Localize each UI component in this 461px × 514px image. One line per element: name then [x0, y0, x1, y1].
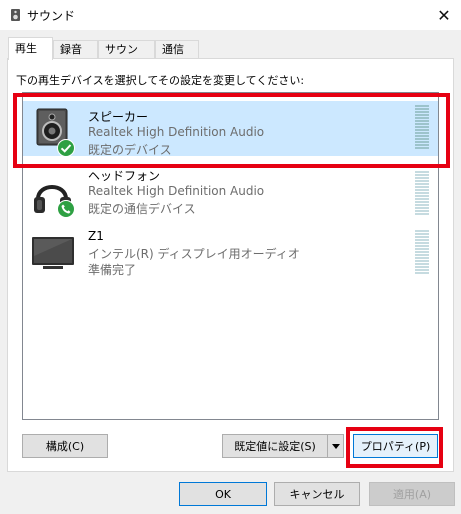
tab-playback[interactable]: 再生 [8, 37, 53, 60]
device-status: 準備完了 [88, 263, 137, 277]
device-driver: Realtek High Definition Audio [88, 184, 265, 198]
volume-meter [415, 171, 429, 217]
title-bar: サウンド ✕ [0, 0, 461, 30]
instruction-text: 下の再生デバイスを選択してその設定を変更してください: [16, 74, 305, 87]
device-name: Z1 [88, 229, 104, 243]
tab-recording[interactable]: 録音 [53, 40, 98, 58]
device-item-z1[interactable]: Z1 インテル(R) ディスプレイ用オーディオ 準備完了 [23, 226, 438, 281]
device-name: ヘッドフォン [88, 169, 161, 183]
close-icon: ✕ [437, 5, 451, 25]
sound-app-icon [11, 9, 20, 21]
device-status: 既定の通信デバイス [88, 202, 196, 216]
sound-dialog: サウンド ✕ 再生 録音 サウンド 通信 下の再生デバイスを選択してその設定を変… [0, 0, 461, 514]
device-driver: インテル(R) ディスプレイ用オーディオ [88, 247, 300, 261]
annotation-box-properties [346, 427, 443, 468]
phone-badge-icon [57, 200, 75, 218]
apply-button[interactable]: 適用(A) [369, 482, 455, 506]
cancel-button[interactable]: キャンセル [274, 482, 360, 506]
close-button[interactable]: ✕ [427, 0, 461, 30]
set-default-button[interactable]: 既定値に設定(S) [222, 434, 328, 458]
ok-button[interactable]: OK [179, 482, 267, 506]
configure-button[interactable]: 構成(C) [22, 434, 108, 458]
annotation-box-device [13, 93, 450, 168]
device-item-headphones[interactable]: ヘッドフォン Realtek High Definition Audio 既定の… [23, 167, 438, 222]
chevron-down-icon [331, 443, 340, 449]
tab-communications[interactable]: 通信 [155, 40, 199, 58]
volume-meter [415, 230, 429, 276]
set-default-dropdown[interactable] [327, 434, 344, 458]
monitor-icon [32, 237, 74, 269]
tab-sounds[interactable]: サウンド [98, 40, 155, 74]
window-title: サウンド [27, 9, 76, 23]
